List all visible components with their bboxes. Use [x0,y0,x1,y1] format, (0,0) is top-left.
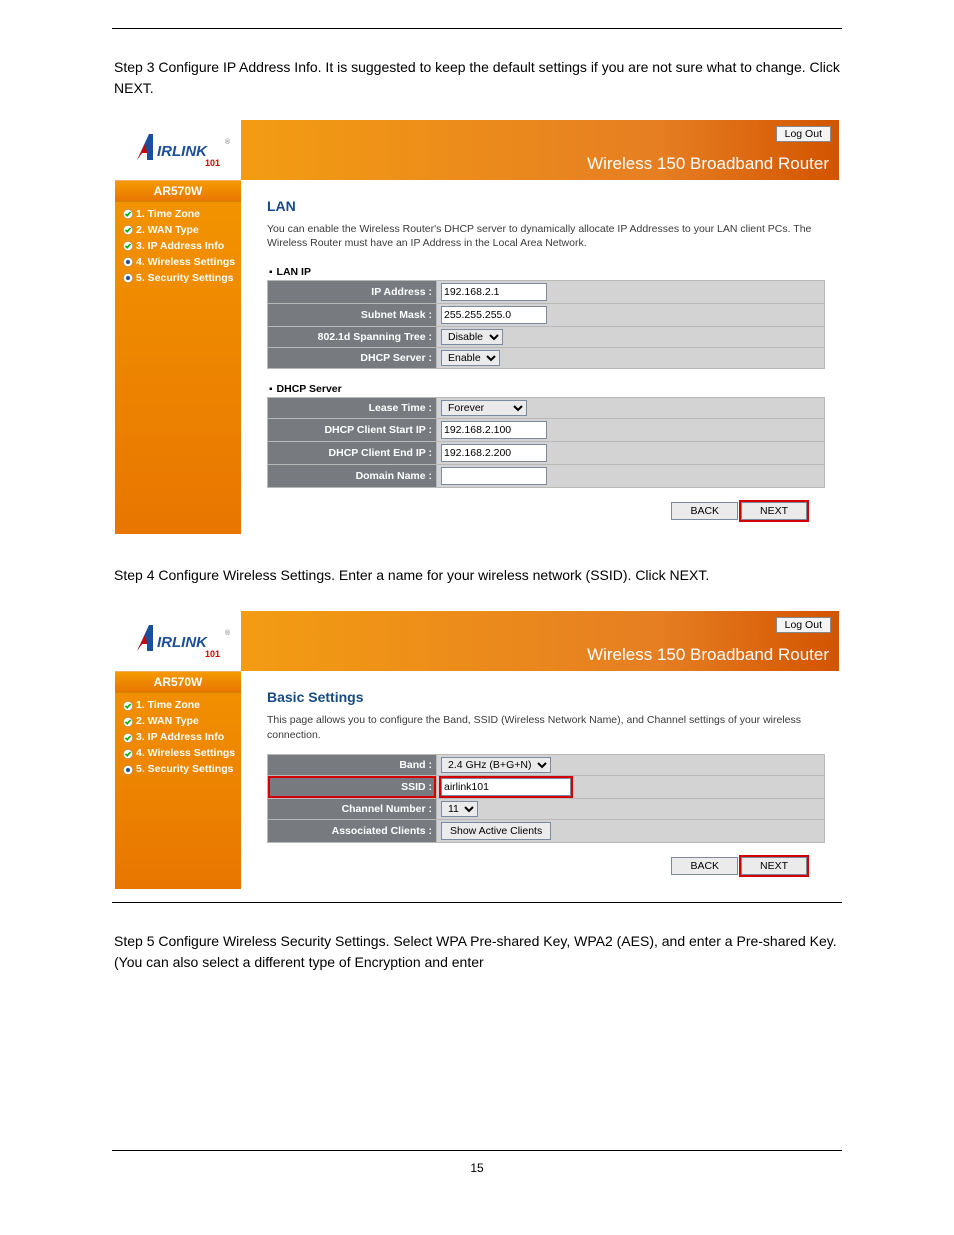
nav-item-label: 1. Time Zone [136,699,200,711]
subnet-label: Subnet Mask : [268,304,436,326]
section-title: Basic Settings [267,689,825,705]
nav-list: 1. Time Zone 2. WAN Type 3. IP Address Inf… [115,202,241,286]
page-number: 15 [470,1161,483,1175]
sidebar: IRLINK 101 ® AR570W 1. Time Zone 2. WAN T… [115,611,241,888]
nav-item-label: 3. IP Address Info [136,731,224,743]
dhcp-server-select[interactable]: Enable [441,350,500,366]
sidebar: IRLINK 101 ® AR570W 1. Time Zone 2. WAN T… [115,120,241,534]
ssid-input[interactable] [441,778,571,796]
check-icon [123,749,133,759]
header-title: Wireless 150 Broadband Router [587,154,829,174]
ip-addr-label: IP Address : [268,281,436,303]
band-label: Band : [268,755,436,775]
svg-text:IRLINK: IRLINK [157,634,208,651]
dhcp-server-label: DHCP Server : [268,348,436,368]
end-ip-label: DHCP Client End IP : [268,442,436,464]
next-highlight: NEXT [741,857,807,875]
header-band: Log Out Wireless 150 Broadband Router [241,611,839,671]
step3-intro: Step 3 Configure IP Address Info. It is … [0,29,954,119]
spanning-select[interactable]: Disable [441,329,503,345]
section-desc: You can enable the Wireless Router's DHC… [267,222,825,250]
next-button[interactable]: NEXT [741,857,807,875]
nav-item[interactable]: 5. Security Settings [123,761,241,777]
nav-item-label: 3. IP Address Info [136,240,224,252]
router-step4: IRLINK 101 ® AR570W 1. Time Zone 2. WAN T… [114,610,840,889]
check-icon [123,225,133,235]
dhcp-table: Lease Time : Forever DHCP Client Start I… [267,397,825,488]
dot-icon [123,257,133,267]
section-desc: This page allows you to configure the Ba… [267,713,825,741]
header-band: Log Out Wireless 150 Broadband Router [241,120,839,180]
section-title: LAN [267,198,825,214]
step4-intro: Step 4 Configure Wireless Settings. Ente… [0,535,954,610]
dot-icon [123,273,133,283]
nav-item[interactable]: 4. Wireless Settings [123,254,241,270]
end-ip-input[interactable] [441,444,547,462]
svg-text:®: ® [225,629,231,637]
step5-intro: Step 5 Configure Wireless Security Setti… [0,903,954,973]
ip-addr-input[interactable] [441,283,547,301]
router-step3: IRLINK 101 ® AR570W 1. Time Zone 2. WAN T… [114,119,840,535]
nav-item-label: 4. Wireless Settings [136,256,235,268]
nav-item[interactable]: 3. IP Address Info [123,238,241,254]
logout-button[interactable]: Log Out [776,126,831,142]
check-icon [123,733,133,743]
subnet-input[interactable] [441,306,547,324]
lease-label: Lease Time : [268,398,436,418]
assoc-label: Associated Clients : [268,820,436,842]
svg-text:101: 101 [205,158,220,168]
nav-item[interactable]: 3. IP Address Info [123,729,241,745]
back-button[interactable]: BACK [671,857,738,875]
start-ip-label: DHCP Client Start IP : [268,419,436,441]
back-button[interactable]: BACK [671,502,738,520]
nav-item-label: 4. Wireless Settings [136,747,235,759]
channel-label: Channel Number : [268,799,436,819]
start-ip-input[interactable] [441,421,547,439]
dot-icon [123,765,133,775]
check-icon [123,241,133,251]
nav-item-label: 2. WAN Type [136,715,199,727]
lanip-header: LAN IP [267,262,825,280]
check-icon [123,717,133,727]
lanip-table: IP Address : Subnet Mask : 802.1d Spanni… [267,280,825,369]
spanning-label: 802.1d Spanning Tree : [268,327,436,347]
channel-select[interactable]: 11 [441,801,478,817]
nav-list: 1. Time Zone 2. WAN Type 3. IP Address Inf… [115,693,241,777]
show-clients-button[interactable]: Show Active Clients [441,822,551,840]
model-label: AR570W [115,671,241,693]
dhcp-header: DHCP Server [267,379,825,397]
lease-select[interactable]: Forever [441,400,527,416]
domain-input[interactable] [441,467,547,485]
nav-item-label: 2. WAN Type [136,224,199,236]
ssid-label: SSID : [268,776,436,798]
nav-item[interactable]: 2. WAN Type [123,713,241,729]
check-icon [123,209,133,219]
nav-item[interactable]: 2. WAN Type [123,222,241,238]
svg-text:IRLINK: IRLINK [157,143,208,160]
domain-label: Domain Name : [268,465,436,487]
next-button[interactable]: NEXT [741,502,807,520]
band-select[interactable]: 2.4 GHz (B+G+N) [441,757,551,773]
nav-item[interactable]: 1. Time Zone [123,206,241,222]
nav-item-label: 5. Security Settings [136,272,233,284]
nav-item-label: 1. Time Zone [136,208,200,220]
nav-item[interactable]: 4. Wireless Settings [123,745,241,761]
logo: IRLINK 101 ® [115,120,241,180]
nav-item[interactable]: 5. Security Settings [123,270,241,286]
nav-item-label: 5. Security Settings [136,763,233,775]
logout-button[interactable]: Log Out [776,617,831,633]
next-highlight: NEXT [741,502,807,520]
check-icon [123,701,133,711]
nav-item[interactable]: 1. Time Zone [123,697,241,713]
svg-text:®: ® [225,138,231,146]
header-title: Wireless 150 Broadband Router [587,645,829,665]
model-label: AR570W [115,180,241,202]
logo: IRLINK 101 ® [115,611,241,671]
svg-text:101: 101 [205,649,220,659]
basic-table: Band : 2.4 GHz (B+G+N) SSID : Channel Nu… [267,754,825,843]
